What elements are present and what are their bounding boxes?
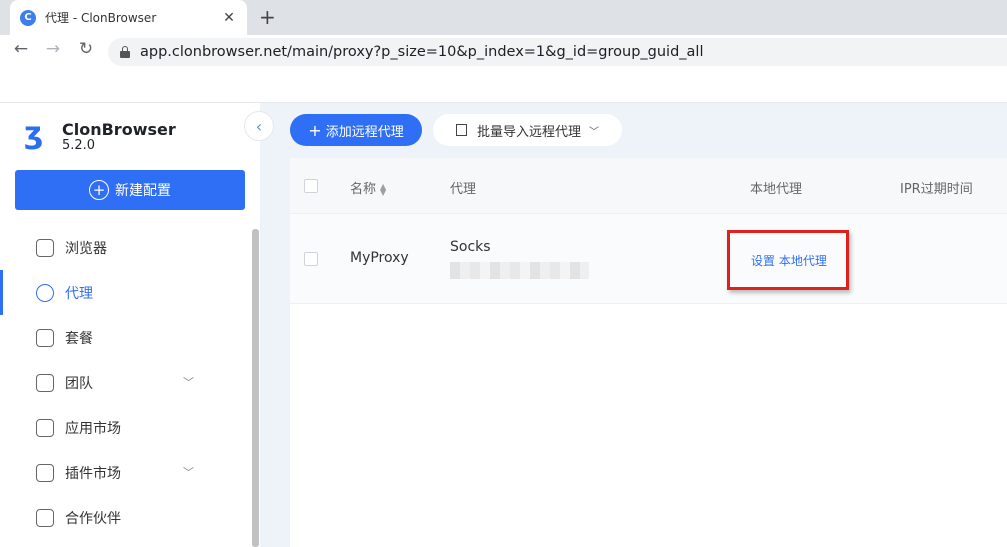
browser-tab[interactable]: C 代理 - ClonBrowser ✕ (10, 0, 247, 35)
url-text[interactable]: app.clonbrowser.net/main/proxy?p_size=10… (140, 44, 703, 60)
plus-icon: + (308, 120, 322, 140)
new-tab-button[interactable]: + (259, 5, 276, 29)
logo-name: ClonBrowser (62, 120, 176, 139)
globe-icon (36, 283, 54, 302)
plus-circle-icon: + (89, 180, 109, 200)
lock-icon (120, 46, 130, 58)
sidebar-item-label: 代理 (65, 285, 93, 302)
import-icon (455, 124, 467, 136)
sidebar: ʒ ClonBrowser 5.2.0 + 新建配置 浏览器 代理 套餐 团队 … (0, 103, 260, 547)
chevron-down-icon: ﹀ (589, 126, 599, 138)
add-remote-proxy-button[interactable]: + 添加远程代理 (290, 114, 422, 146)
clonbrowser-logo-icon: ʒ (24, 116, 44, 151)
select-all-checkbox[interactable] (304, 179, 318, 193)
cube-icon (36, 508, 54, 527)
wallet-icon (36, 328, 54, 347)
chevron-down-icon: ﹀ (183, 376, 194, 389)
sidebar-item-label: 合作伙伴 (65, 510, 121, 527)
main-content: + 添加远程代理 批量导入远程代理 ﹀ 名称 ▲ ▼ 代理 本地代理 IPR过期时间… (260, 103, 1007, 547)
team-icon (36, 373, 54, 392)
header-name-label: 名称 (350, 182, 377, 197)
header-name[interactable]: 名称 ▲ ▼ (350, 178, 386, 197)
sidebar-item-browser[interactable]: 浏览器 (0, 225, 250, 270)
set-local-proxy-link[interactable]: 设置 本地代理 (751, 252, 827, 269)
new-profile-button[interactable]: + 新建配置 (15, 170, 245, 210)
sidebar-item-plugin-market[interactable]: 插件市场 ﹀ (0, 450, 250, 495)
puzzle-icon (36, 463, 54, 482)
header-ipr-expiry: IPR过期时间 (900, 182, 973, 197)
proxy-name: MyProxy (350, 250, 409, 266)
app-container: ʒ ClonBrowser 5.2.0 + 新建配置 浏览器 代理 套餐 团队 … (0, 102, 1007, 547)
table-row: MyProxy Socks 设置 本地代理 (290, 214, 1007, 304)
browser-icon (36, 238, 54, 257)
collapse-sidebar-button[interactable]: ‹ (244, 111, 274, 141)
sidebar-item-label: 浏览器 (65, 240, 107, 257)
header-proxy: 代理 (450, 182, 477, 197)
masked-proxy-address (450, 262, 589, 279)
clonbrowser-favicon-icon: C (20, 9, 36, 26)
add-proxy-label: 添加远程代理 (325, 124, 404, 140)
table-header: 名称 ▲ ▼ 代理 本地代理 IPR过期时间 (290, 158, 1007, 214)
proxy-table: 名称 ▲ ▼ 代理 本地代理 IPR过期时间 MyProxy Socks 设置 本地… (290, 158, 1007, 547)
forward-arrow-icon[interactable]: → (41, 39, 65, 59)
sidebar-item-team[interactable]: 团队 ﹀ (0, 360, 250, 405)
proxy-type: Socks (450, 239, 491, 255)
sidebar-item-label: 插件市场 (65, 465, 121, 482)
sidebar-item-partners[interactable]: 合作伙伴 (0, 495, 250, 540)
address-bar[interactable]: app.clonbrowser.net/main/proxy?p_size=10… (108, 38, 1007, 66)
sidebar-item-label: 应用市场 (65, 420, 121, 437)
back-arrow-icon[interactable]: ← (9, 39, 33, 59)
sidebar-item-proxy[interactable]: 代理 (0, 270, 250, 315)
cube-icon (36, 418, 54, 437)
row-checkbox[interactable] (304, 252, 318, 266)
sidebar-item-app-market[interactable]: 应用市场 (0, 405, 250, 450)
sidebar-item-label: 套餐 (65, 330, 93, 347)
browser-toolbar: ← → ↻ app.clonbrowser.net/main/proxy?p_s… (0, 35, 1007, 69)
sort-icon[interactable]: ▲ ▼ (380, 182, 386, 196)
tab-title: 代理 - ClonBrowser (45, 11, 157, 25)
tab-strip: C 代理 - ClonBrowser ✕ + (0, 0, 1007, 35)
sidebar-item-plan[interactable]: 套餐 (0, 315, 250, 360)
header-local-proxy: 本地代理 (750, 182, 803, 197)
version-text: 5.2.0 (62, 138, 96, 153)
close-tab-icon[interactable]: ✕ (221, 10, 237, 26)
bulk-import-proxy-button[interactable]: 批量导入远程代理 ﹀ (433, 114, 622, 146)
sidebar-menu: 浏览器 代理 套餐 团队 ﹀ 应用市场 插件市场 ﹀ 合作伙伴 (0, 225, 250, 540)
new-profile-label: 新建配置 (115, 183, 171, 199)
import-label: 批量导入远程代理 (476, 124, 581, 140)
sidebar-item-label: 团队 (65, 375, 93, 392)
chevron-down-icon: ﹀ (183, 466, 194, 479)
reload-icon[interactable]: ↻ (74, 39, 98, 59)
sidebar-scrollbar[interactable] (252, 229, 259, 547)
